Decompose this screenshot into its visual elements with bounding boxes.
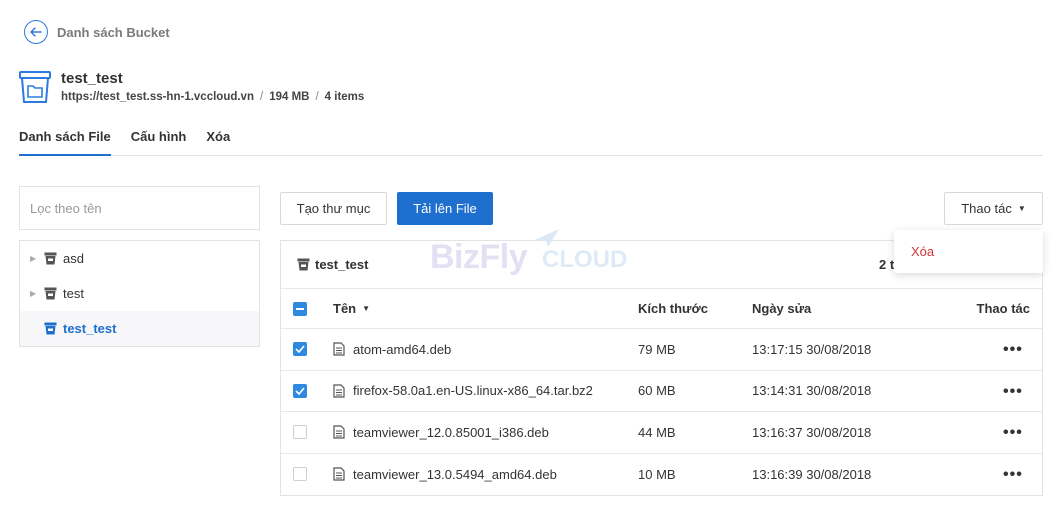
- tree-item-asd[interactable]: ▶ asd: [20, 241, 259, 276]
- file-panel: test_test 2 t Tên ▼ Kích thước Ngày sửa T…: [280, 240, 1043, 496]
- bucket-icon: [44, 322, 57, 335]
- tab-file-list[interactable]: Danh sách File: [19, 126, 111, 156]
- tab-delete[interactable]: Xóa: [206, 126, 230, 156]
- more-options-icon[interactable]: •••: [1003, 466, 1023, 482]
- file-date: 13:17:15 30/08/2018: [752, 341, 872, 357]
- file-size: 10 MB: [638, 466, 676, 482]
- create-folder-button[interactable]: Tạo thư mục: [280, 192, 387, 225]
- bucket-size: 194 MB: [269, 91, 310, 103]
- caret-right-icon[interactable]: ▶: [30, 254, 40, 263]
- row-checkbox[interactable]: [293, 467, 307, 482]
- tree-item-label: test: [63, 286, 84, 301]
- tab-config[interactable]: Cấu hình: [131, 126, 187, 156]
- row-checkbox[interactable]: [293, 383, 307, 398]
- file-icon: [333, 342, 345, 356]
- table-row: teamviewer_13.0.5494_amd64.deb 10 MB 13:…: [281, 454, 1042, 496]
- tree-item-label: test_test: [63, 321, 117, 336]
- bucket-items: 4 items: [324, 91, 365, 103]
- file-icon: [333, 384, 345, 398]
- bucket-url: https://test_test.ss-hn-1.vccloud.vn: [61, 91, 254, 103]
- back-link[interactable]: Danh sách Bucket: [24, 20, 170, 44]
- column-date-header: Ngày sửa: [752, 301, 812, 316]
- actions-dropdown-button[interactable]: Thao tác ▼: [944, 192, 1043, 225]
- row-checkbox[interactable]: [293, 425, 307, 440]
- more-options-icon[interactable]: •••: [1003, 342, 1023, 358]
- table-row: teamviewer_12.0.85001_i386.deb 44 MB 13:…: [281, 412, 1042, 454]
- column-name-label: Tên: [333, 301, 357, 316]
- bucket-title: test_test: [61, 70, 123, 87]
- more-options-icon[interactable]: •••: [1003, 383, 1023, 399]
- actions-dropdown-menu: Xóa: [894, 230, 1043, 273]
- file-name[interactable]: atom-amd64.deb: [333, 342, 451, 357]
- file-icon: [333, 467, 345, 481]
- table-header: Tên ▼ Kích thước Ngày sửa Thao tác: [281, 289, 1042, 329]
- column-actions-header: Thao tác: [976, 301, 1030, 316]
- file-name-label: teamviewer_13.0.5494_amd64.deb: [353, 466, 557, 482]
- file-size: 79 MB: [638, 341, 676, 357]
- file-size: 44 MB: [638, 424, 676, 440]
- table-row: firefox-58.0a1.en-US.linux-x86_64.tar.bz…: [281, 371, 1042, 412]
- bucket-tree: ▶ asd ▶ test ▶ test_test: [19, 240, 260, 347]
- select-all-checkbox[interactable]: [293, 301, 307, 316]
- arrow-left-icon: [24, 20, 48, 44]
- file-name-label: teamviewer_12.0.85001_i386.deb: [353, 424, 549, 440]
- file-date: 13:16:39 30/08/2018: [752, 466, 872, 482]
- file-name[interactable]: teamviewer_12.0.85001_i386.deb: [333, 425, 549, 440]
- file-name-label: atom-amd64.deb: [353, 341, 452, 357]
- file-name[interactable]: firefox-58.0a1.en-US.linux-x86_64.tar.bz…: [333, 383, 593, 398]
- file-name-label: firefox-58.0a1.en-US.linux-x86_64.tar.bz…: [353, 383, 593, 399]
- panel-count: 2 t: [879, 257, 895, 272]
- back-link-label: Danh sách Bucket: [57, 24, 170, 40]
- file-date: 13:16:37 30/08/2018: [752, 424, 872, 440]
- file-date: 13:14:31 30/08/2018: [752, 383, 872, 399]
- caret-right-icon[interactable]: ▶: [30, 289, 40, 298]
- bucket-icon: [44, 287, 57, 300]
- sort-down-icon: ▼: [362, 304, 371, 313]
- file-icon: [333, 425, 345, 439]
- row-checkbox[interactable]: [293, 342, 307, 357]
- bucket-header: test_test https://test_test.ss-hn-1.vccl…: [19, 70, 364, 104]
- tree-item-test[interactable]: ▶ test: [20, 276, 259, 311]
- caret-down-icon: ▼: [1017, 204, 1026, 213]
- filter-input[interactable]: [19, 186, 260, 230]
- more-options-icon[interactable]: •••: [1003, 425, 1023, 441]
- file-name[interactable]: teamviewer_13.0.5494_amd64.deb: [333, 467, 557, 482]
- table-row: atom-amd64.deb 79 MB 13:17:15 30/08/2018…: [281, 329, 1042, 371]
- bucket-meta: https://test_test.ss-hn-1.vccloud.vn/194…: [61, 91, 365, 103]
- panel-title: test_test: [315, 257, 369, 272]
- column-name-header[interactable]: Tên ▼: [333, 301, 370, 316]
- actions-label: Thao tác: [961, 201, 1012, 216]
- bucket-icon: [19, 70, 51, 104]
- bucket-icon: [297, 258, 310, 271]
- tab-bar: Danh sách File Cấu hình Xóa: [19, 126, 1043, 156]
- tree-item-label: asd: [63, 251, 84, 266]
- delete-menu-item[interactable]: Xóa: [911, 244, 934, 259]
- file-size: 60 MB: [638, 383, 676, 399]
- tree-item-test-test[interactable]: ▶ test_test: [20, 311, 259, 346]
- bucket-icon: [44, 252, 57, 265]
- upload-file-button[interactable]: Tải lên File: [397, 192, 493, 225]
- column-size-header: Kích thước: [638, 301, 708, 316]
